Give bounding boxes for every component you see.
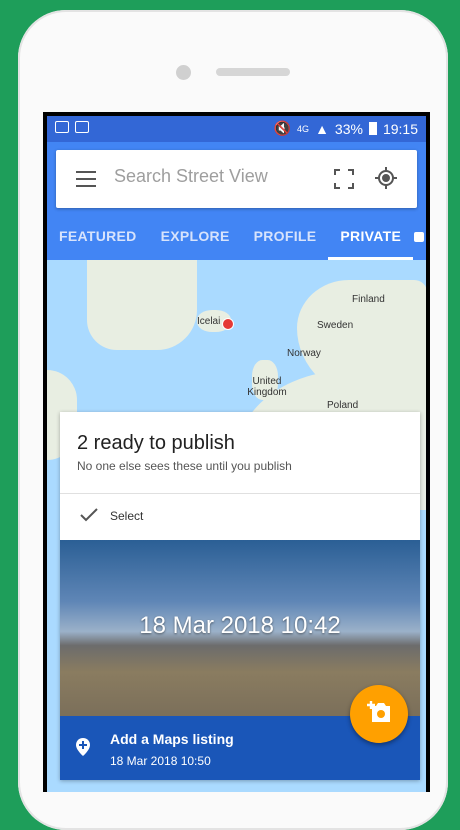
fullscreen-icon[interactable] [334,169,354,189]
map-label: Poland [327,400,359,411]
status-bar: 🔇 4G ▲ 33% 19:15 [47,116,426,142]
speaker [216,68,290,76]
app-bar: FEATURED EXPLORE PROFILE PRIVATE [47,142,426,260]
location-marker[interactable] [222,318,234,330]
clock: 19:15 [382,120,418,137]
greenland-landmass [87,260,197,350]
card-title: 2 ready to publish [77,432,235,454]
search-input[interactable] [114,166,314,187]
map-label: Icelai [197,316,221,327]
photo-date: 18 Mar 2018 10:42 [139,612,341,639]
screen: 🔇 4G ▲ 33% 19:15 FEATURED EXPLORE PROFIL… [43,112,430,792]
mute-icon: 🔇 [273,120,292,136]
select-row[interactable]: Select [60,494,420,540]
front-camera [176,65,191,80]
tab-private[interactable]: PRIVATE [328,216,413,260]
lock-icon [414,232,424,242]
notification-icon [55,121,69,133]
map-label: Finland [352,294,385,305]
check-icon [80,508,98,522]
map-label: Sweden [317,320,354,331]
battery-percent: 33% [334,120,363,137]
notification-icon [75,121,89,133]
add-photo-fab[interactable] [350,685,408,743]
my-location-icon[interactable] [374,166,398,190]
search-bar[interactable] [56,150,417,208]
add-camera-icon [367,701,390,722]
listing-title: Add a Maps listing [110,731,234,747]
card-subtitle: No one else sees these until you publish [77,459,292,473]
select-label: Select [110,509,144,523]
tab-bar: FEATURED EXPLORE PROFILE PRIVATE [47,216,426,260]
network-label: 4G [297,123,310,134]
signal-icon: ▲ [315,120,329,137]
battery-icon [368,122,377,135]
listing-date: 18 Mar 2018 10:50 [110,754,211,768]
menu-icon[interactable] [76,171,96,187]
tab-profile[interactable]: PROFILE [242,216,329,260]
map-label: Norway [287,348,321,359]
tab-explore[interactable]: EXPLORE [149,216,242,260]
map-label: United Kingdom [247,376,287,398]
place-icon [76,738,90,756]
tab-featured[interactable]: FEATURED [47,216,149,260]
